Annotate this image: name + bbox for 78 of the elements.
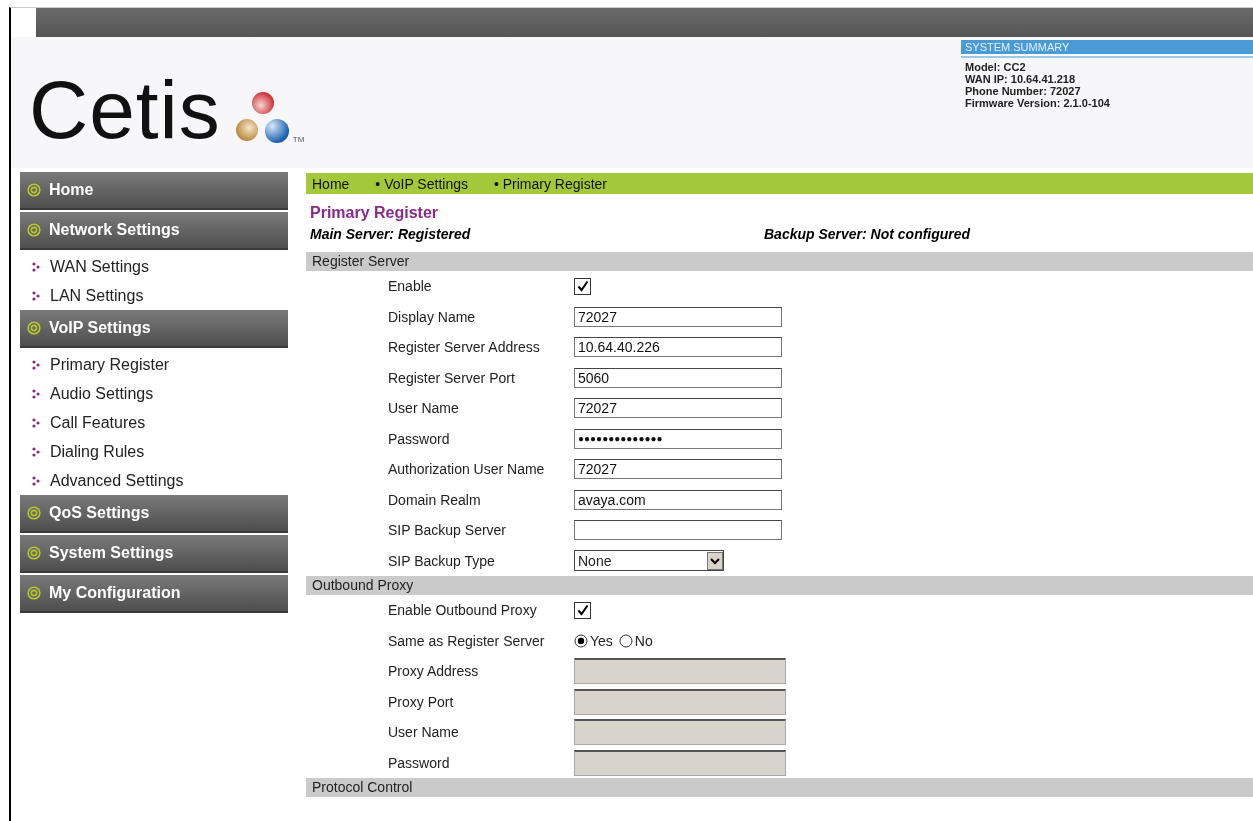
field-label: SIP Backup Type xyxy=(387,552,496,569)
section-header: Register Server xyxy=(306,252,1253,271)
ring-icon xyxy=(27,586,41,600)
field-label: Same as Register Server xyxy=(387,632,546,649)
field-label: Proxy Address xyxy=(387,663,480,680)
sidebar-group-label[interactable]: Home xyxy=(49,181,94,199)
input-field[interactable]: 10.64.40.226 xyxy=(574,337,782,358)
bullet-icon xyxy=(32,446,40,457)
main-server-status: Main Server: Registered xyxy=(310,226,472,244)
bullet-icon xyxy=(32,261,40,272)
input-field[interactable]: 72027 xyxy=(574,459,782,480)
sidebar-group[interactable]: VoIP Settings xyxy=(20,310,288,348)
sidebar-link[interactable]: Dialing Rules xyxy=(50,442,145,461)
input-field[interactable]: 72027 xyxy=(574,398,782,419)
sidebar-link[interactable]: Advanced Settings xyxy=(50,471,184,490)
page-title: Primary Register xyxy=(309,203,440,223)
sidebar-group[interactable]: Network Settings xyxy=(20,212,288,250)
sidebar-group-label[interactable]: VoIP Settings xyxy=(49,319,151,337)
sidebar-group[interactable]: Home xyxy=(20,172,288,210)
sidebar-group[interactable]: My Configuration xyxy=(20,575,288,613)
summary-line: Phone Number: 72027 xyxy=(964,85,1082,97)
field-label: Register Server Port xyxy=(387,369,516,386)
field-label: Enable xyxy=(387,278,433,295)
caret-icon xyxy=(707,551,723,570)
checkbox[interactable] xyxy=(574,601,591,619)
input-field[interactable]: avaya.com xyxy=(574,489,782,510)
field-label: SIP Backup Server xyxy=(387,522,508,539)
sidebar-group[interactable]: System Settings xyxy=(20,535,288,573)
bullet-icon xyxy=(32,290,40,301)
sidebar-group-label[interactable]: System Settings xyxy=(49,544,174,562)
sidebar-group-label[interactable]: My Configuration xyxy=(49,584,181,602)
bullet-icon xyxy=(32,417,40,428)
summary-line: WAN IP: 10.64.41.218 xyxy=(964,73,1077,85)
field-label: Domain Realm xyxy=(387,491,482,508)
field-label: User Name xyxy=(387,724,460,741)
ring-icon xyxy=(27,183,41,197)
input-field[interactable]: 5060 xyxy=(574,367,782,388)
sidebar-link[interactable]: LAN Settings xyxy=(50,286,144,305)
bullet-icon xyxy=(32,388,40,399)
field-label: Password xyxy=(387,754,451,771)
input-field[interactable]: ●●●●●●●●●●●●●● xyxy=(574,428,782,449)
ring-icon xyxy=(27,321,41,335)
field-label: Authorization User Name xyxy=(387,461,546,478)
ring-icon xyxy=(27,223,41,237)
field-label: Enable Outbound Proxy xyxy=(387,602,538,619)
sidebar-group[interactable]: QoS Settings xyxy=(20,495,288,533)
sidebar-group-label[interactable]: QoS Settings xyxy=(49,504,150,522)
summary-line: Firmware Version: 2.1.0-104 xyxy=(964,97,1111,109)
sidebar-link[interactable]: Audio Settings xyxy=(50,384,154,403)
ring-icon xyxy=(27,546,41,560)
summary-title: SYSTEM SUMMARY xyxy=(961,40,1253,56)
logo-wordmark: Cetis xyxy=(29,74,221,146)
radio-option[interactable]: Yes xyxy=(574,632,613,649)
field-label: Display Name xyxy=(387,308,477,325)
section-header: Outbound Proxy xyxy=(306,576,1253,595)
breadcrumb-link[interactable]: • VoIP Settings xyxy=(375,175,468,192)
bullet-icon xyxy=(32,359,40,370)
dropdown[interactable]: None xyxy=(574,550,724,572)
input-field[interactable]: 72027 xyxy=(574,306,782,327)
checkbox[interactable] xyxy=(574,277,591,295)
breadcrumb-link[interactable]: Home xyxy=(312,175,350,192)
breadcrumb-link[interactable]: • Primary Register xyxy=(493,175,607,192)
section-header: Protocol Control xyxy=(306,778,1253,797)
sidebar-link[interactable]: WAN Settings xyxy=(50,257,149,276)
field-label: User Name xyxy=(387,400,460,417)
sidebar-group-label[interactable]: Network Settings xyxy=(49,221,180,239)
sidebar-link[interactable]: Call Features xyxy=(50,413,146,432)
field-label: Password xyxy=(387,430,451,447)
bullet-icon xyxy=(32,475,40,486)
ring-icon xyxy=(27,506,41,520)
backup-server-status: Backup Server: Not configured xyxy=(764,226,971,244)
sidebar-link[interactable]: Primary Register xyxy=(50,355,170,374)
field-label: Register Server Address xyxy=(387,339,541,356)
trademark: TM xyxy=(292,135,305,144)
summary-line: Model: CC2 xyxy=(964,61,1027,73)
field-label: Proxy Port xyxy=(387,693,455,710)
input-field[interactable] xyxy=(574,520,782,541)
radio-option[interactable]: No xyxy=(618,632,653,649)
